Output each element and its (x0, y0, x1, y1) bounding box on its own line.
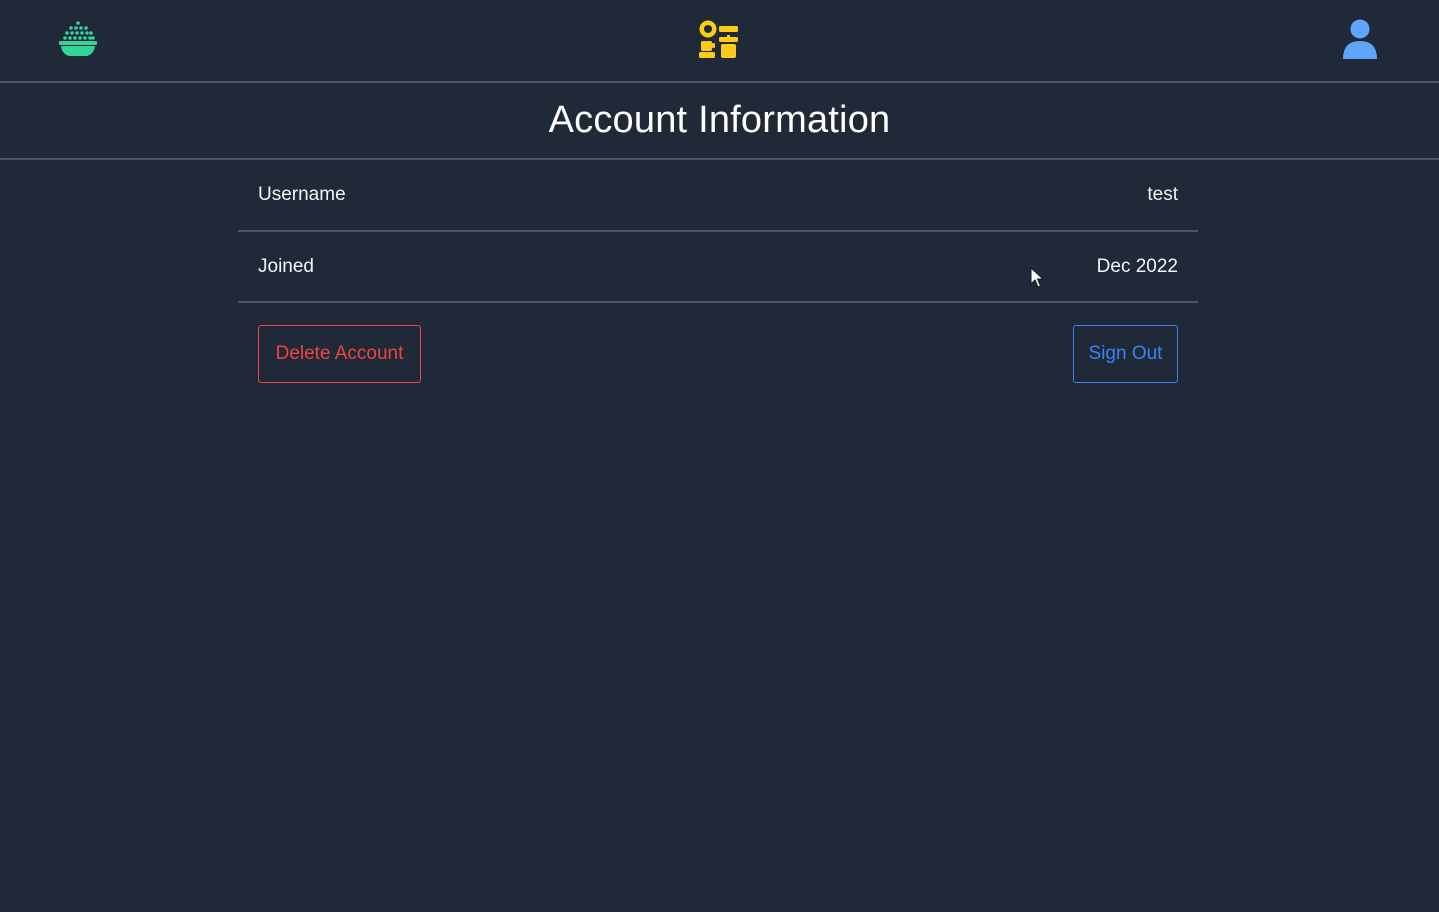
account-info-table: Username test Joined Dec 2022 (238, 160, 1198, 303)
joined-value: Dec 2022 (1096, 255, 1178, 277)
rice-bowl-icon[interactable] (57, 19, 99, 59)
user-icon[interactable] (1341, 19, 1379, 59)
username-label: Username (258, 184, 346, 205)
delete-account-button[interactable]: Delete Account (258, 325, 421, 383)
top-navbar (0, 0, 1439, 83)
page-header: Account Information (0, 83, 1439, 160)
kitchen-tools-icon[interactable] (697, 19, 741, 61)
sign-out-button[interactable]: Sign Out (1073, 325, 1178, 383)
username-row: Username test (238, 160, 1198, 232)
page-title: Account Information (548, 99, 891, 141)
account-actions: Delete Account Sign Out (258, 325, 1178, 383)
joined-label: Joined (258, 255, 314, 277)
joined-row: Joined Dec 2022 (238, 232, 1198, 303)
username-value: test (1147, 184, 1178, 205)
